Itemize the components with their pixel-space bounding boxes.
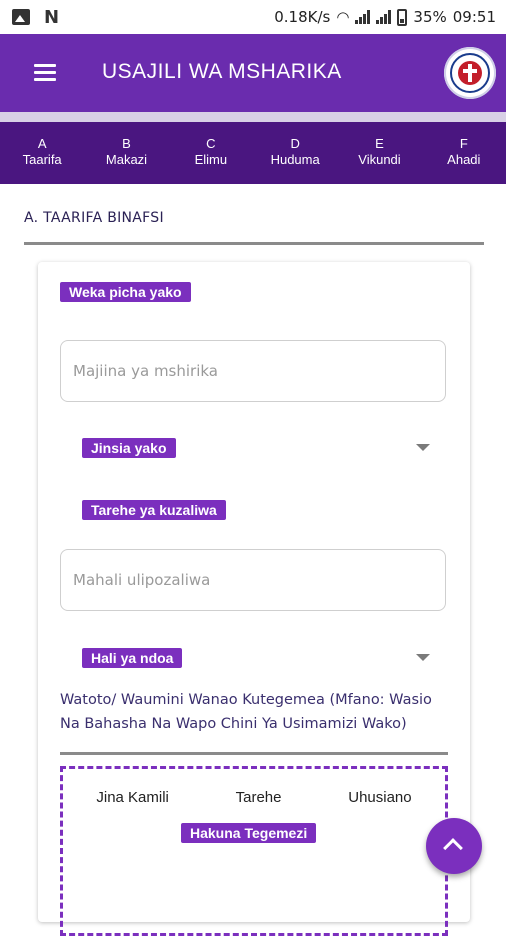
appbar-divider bbox=[0, 112, 506, 122]
chevron-down-icon[interactable] bbox=[416, 444, 430, 451]
tab-letter: C bbox=[206, 136, 216, 151]
church-logo bbox=[444, 47, 496, 99]
scroll-up-button[interactable] bbox=[426, 818, 482, 874]
tab-label: Makazi bbox=[105, 152, 148, 167]
page-title: USAJILI WA MSHARIKA bbox=[102, 60, 342, 83]
image-icon bbox=[12, 9, 30, 25]
tab-huduma[interactable]: D Huduma bbox=[253, 122, 337, 184]
menu-icon[interactable] bbox=[34, 64, 56, 82]
tab-letter: F bbox=[459, 136, 468, 151]
upload-photo-button[interactable]: Weka picha yako bbox=[60, 282, 191, 302]
note-divider bbox=[60, 752, 448, 755]
column-header: Jina Kamili bbox=[96, 789, 169, 806]
section-title: A. TAARIFA BINAFSI bbox=[24, 210, 164, 226]
chevron-down-icon[interactable] bbox=[416, 654, 430, 661]
signal-icon bbox=[376, 10, 392, 24]
n-icon: N bbox=[44, 6, 60, 28]
tab-label: Huduma bbox=[270, 152, 320, 167]
tab-letter: E bbox=[375, 136, 384, 151]
network-speed: 0.18K/s bbox=[274, 8, 331, 26]
status-left: N bbox=[12, 7, 59, 28]
personal-info-card: Weka picha yako Jinsia yako Tarehe ya ku… bbox=[38, 262, 470, 936]
tab-letter: B bbox=[122, 136, 131, 151]
birthplace-input[interactable] bbox=[60, 549, 446, 611]
step-tabs: A Taarifa B Makazi C Elimu D Huduma E Vi… bbox=[0, 122, 506, 184]
tab-letter: A bbox=[37, 136, 47, 151]
battery-percent: 35% bbox=[413, 8, 447, 26]
tab-elimu[interactable]: C Elimu bbox=[169, 122, 253, 184]
no-dependents-badge: Hakuna Tegemezi bbox=[181, 823, 317, 843]
section-divider bbox=[24, 242, 484, 245]
app-bar: USAJILI WA MSHARIKA bbox=[0, 34, 506, 112]
clock: 09:51 bbox=[452, 8, 496, 26]
tab-taarifa[interactable]: A Taarifa bbox=[0, 122, 84, 184]
wifi-icon: ◠ bbox=[336, 8, 350, 26]
battery-icon bbox=[397, 8, 408, 26]
status-bar: N 0.18K/s ◠ 35% 09:51 bbox=[0, 0, 506, 34]
tab-letter: D bbox=[290, 136, 300, 151]
chevron-up-icon bbox=[443, 838, 463, 858]
column-header: Tarehe bbox=[235, 789, 282, 806]
marital-status-label: Hali ya ndoa bbox=[82, 648, 183, 668]
tab-label: Elimu bbox=[194, 152, 228, 167]
dependents-note: Watoto/ Waumini Wanao Kutegemea (Mfano: … bbox=[60, 692, 432, 732]
status-right: 0.18K/s ◠ 35% 09:51 bbox=[274, 8, 496, 26]
dependents-table: Jina Kamili Tarehe Uhusiano Hakuna Tegem… bbox=[60, 766, 448, 936]
tab-label: Taarifa bbox=[22, 152, 62, 167]
column-header: Uhusiano bbox=[348, 789, 412, 806]
member-name-input[interactable] bbox=[60, 340, 446, 402]
dependents-headers: Jina Kamili Tarehe Uhusiano bbox=[63, 789, 445, 806]
signal-icon bbox=[355, 10, 371, 24]
tab-label: Vikundi bbox=[358, 152, 401, 167]
tab-ahadi[interactable]: F Ahadi bbox=[422, 122, 506, 184]
tab-label: Ahadi bbox=[447, 152, 481, 167]
date-of-birth-button[interactable]: Tarehe ya kuzaliwa bbox=[82, 500, 226, 520]
tab-makazi[interactable]: B Makazi bbox=[84, 122, 168, 184]
tab-vikundi[interactable]: E Vikundi bbox=[337, 122, 421, 184]
gender-label: Jinsia yako bbox=[82, 438, 176, 458]
